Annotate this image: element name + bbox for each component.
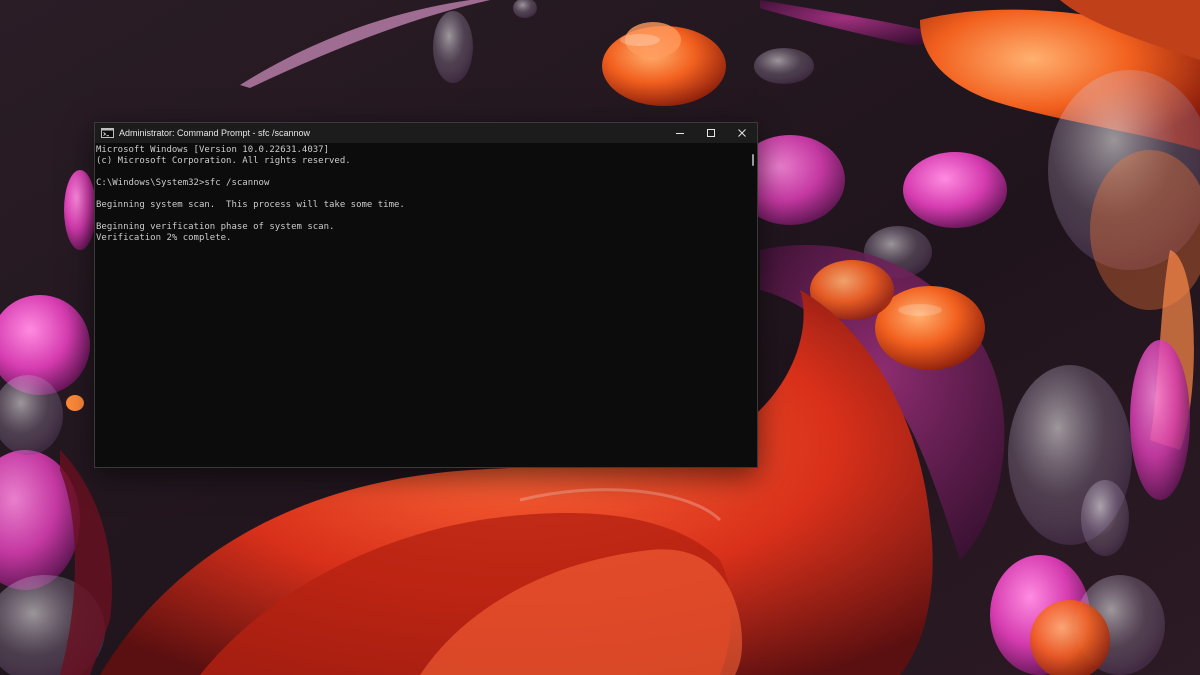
cmd-icon <box>101 128 114 138</box>
console-line: Verification 2% complete. <box>96 233 232 243</box>
close-button[interactable] <box>726 123 757 143</box>
console-output[interactable]: Microsoft Windows [Version 10.0.22631.40… <box>95 143 750 467</box>
minimize-icon <box>675 133 684 134</box>
window-title: Administrator: Command Prompt - sfc /sca… <box>119 128 311 138</box>
vertical-scrollbar[interactable] <box>750 143 757 467</box>
scrollbar-thumb[interactable] <box>752 154 754 166</box>
console-line: Beginning verification phase of system s… <box>96 222 335 232</box>
console-line: C:\Windows\System32>sfc /scannow <box>96 178 270 188</box>
desktop: Administrator: Command Prompt - sfc /sca… <box>0 0 1200 675</box>
console-line: Beginning system scan. This process will… <box>96 200 405 210</box>
command-prompt-window[interactable]: Administrator: Command Prompt - sfc /sca… <box>94 122 758 468</box>
maximize-button[interactable] <box>695 123 726 143</box>
close-icon <box>737 129 746 137</box>
console-line: Microsoft Windows [Version 10.0.22631.40… <box>96 145 329 155</box>
title-bar[interactable]: Administrator: Command Prompt - sfc /sca… <box>95 123 757 143</box>
console-line: (c) Microsoft Corporation. All rights re… <box>96 156 351 166</box>
maximize-icon <box>706 129 715 137</box>
minimize-button[interactable] <box>664 123 695 143</box>
caption-buttons <box>664 123 757 143</box>
